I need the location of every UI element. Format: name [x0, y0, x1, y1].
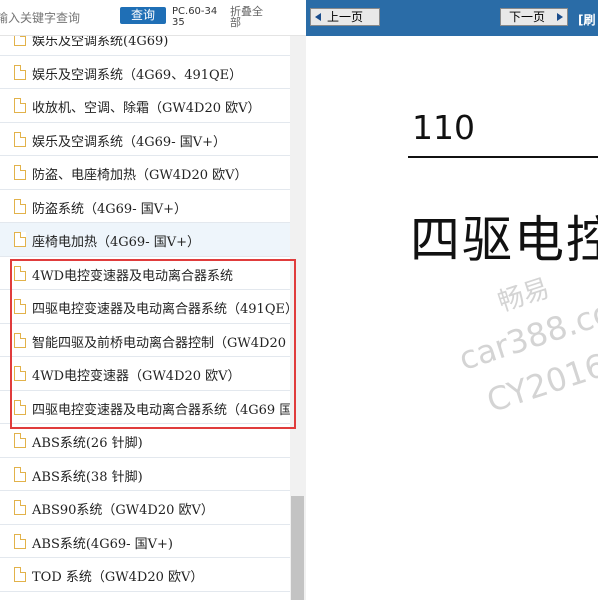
search-input[interactable] — [0, 7, 108, 29]
collapse-all-button[interactable]: 折叠全部 — [230, 6, 272, 28]
tree-item-label: ABS系统(26 针脚) — [32, 436, 143, 451]
tree-item[interactable]: 防盗、电座椅加热（GW4D20 欧V） — [0, 156, 290, 190]
file-icon — [14, 466, 26, 482]
search-button[interactable]: 查询 — [120, 7, 166, 24]
file-icon — [14, 433, 26, 448]
left-panel: 娱乐及空调系统(4G69) 娱乐及空调系统（4G69、491QE） 收放机、空调… — [0, 0, 306, 600]
tree-item-label: TOD 系统（GW4D20 欧V） — [32, 570, 204, 585]
scrollbar-thumb[interactable] — [291, 496, 304, 600]
tree-item-label: ABS系统(4G69- 国V+) — [32, 536, 173, 552]
pc-code: PC.60-3435 — [172, 6, 218, 28]
tree-item[interactable]: 娱乐及空调系统（4G69- 国V+） — [0, 123, 290, 156]
tree-item[interactable]: 娱乐及空调系统（4G69、491QE） — [0, 56, 290, 89]
file-icon — [14, 64, 26, 80]
tree-item[interactable]: ABS系统(38 针脚) — [0, 458, 290, 491]
tree-item-selected[interactable]: 座椅电加热（4G69- 国V+） — [0, 223, 290, 257]
tree-item[interactable]: ABS系统(26 针脚) — [0, 424, 290, 458]
file-icon — [14, 533, 26, 549]
arrow-left-icon — [315, 13, 321, 21]
tree-item-label: 娱乐及空调系统（4G69- 国V+） — [32, 134, 227, 150]
tree-item-label: ABS系统(38 针脚) — [32, 469, 143, 485]
file-icon — [14, 567, 26, 582]
tree-item[interactable]: TOD 系统（GW4D20 欧V） — [0, 558, 290, 592]
file-icon — [14, 232, 26, 247]
prev-page-label: 上一页 — [327, 10, 364, 24]
tree-item-label: ABS90系统（GW4D20 欧V） — [32, 503, 214, 518]
arrow-right-icon — [557, 13, 563, 21]
search-bar: 查询 PC.60-3435 折叠全部 — [0, 0, 306, 36]
tree-item[interactable]: ABS系统(4G69- 国V+) — [0, 525, 290, 558]
refresh-link[interactable]: [刷 — [578, 11, 596, 28]
file-icon — [14, 198, 26, 214]
page-divider — [408, 156, 598, 158]
document-viewer: 上一页 下一页 [刷 110 四驱电控 畅易 car388.com CY2016 — [306, 0, 598, 600]
tree-item[interactable]: 收放机、空调、除霜（GW4D20 欧V） — [0, 89, 290, 123]
prev-page-button[interactable]: 上一页 — [310, 8, 380, 26]
file-icon — [14, 165, 26, 180]
page-number: 110 — [412, 108, 475, 147]
tree-item-label: 防盗系统（4G69- 国V+） — [32, 201, 188, 217]
next-page-button[interactable]: 下一页 — [500, 8, 568, 26]
tree-item-label: 防盗、电座椅加热（GW4D20 欧V） — [32, 168, 248, 183]
file-icon — [14, 131, 26, 147]
page-title: 四驱电控 — [410, 211, 598, 269]
file-icon — [14, 500, 26, 515]
tree-item-label: 收放机、空调、除霜（GW4D20 欧V） — [32, 101, 261, 116]
tree-item-label: 座椅电加热（4G69- 国V+） — [32, 235, 201, 250]
viewer-toolbar: 上一页 下一页 [刷 — [306, 0, 598, 36]
file-icon — [14, 98, 26, 113]
highlight-box — [10, 259, 296, 429]
next-page-label: 下一页 — [509, 10, 546, 24]
tree-item[interactable]: ABS90系统（GW4D20 欧V） — [0, 491, 290, 525]
tree-item[interactable]: 防盗系统（4G69- 国V+） — [0, 190, 290, 223]
tree-item-label: 娱乐及空调系统（4G69、491QE） — [32, 67, 243, 83]
